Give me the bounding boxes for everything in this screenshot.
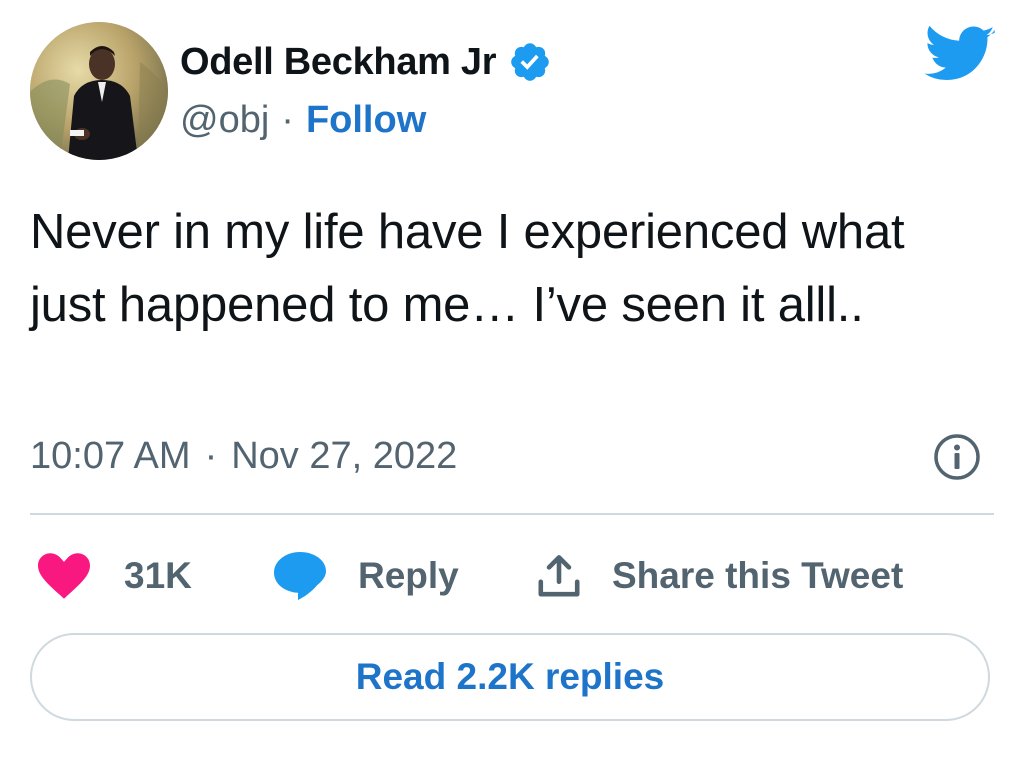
tweet-time: 10:07 AM [30, 434, 191, 477]
author-handle[interactable]: @obj [180, 99, 269, 142]
like-button[interactable]: 31K [38, 548, 192, 604]
avatar-photo [30, 22, 168, 160]
tweet-timestamp[interactable]: 10:07 AM · Nov 27, 2022 [30, 430, 457, 482]
tweet-actions: 31K Reply Share this Tweet [30, 548, 994, 604]
tweet-text: Never in my life have I experienced what… [30, 205, 905, 332]
read-replies-button[interactable]: Read 2.2K replies [30, 633, 990, 721]
info-icon[interactable] [932, 432, 982, 482]
timestamp-separator: · [204, 434, 218, 477]
reply-button[interactable]: Reply [274, 548, 459, 604]
share-button[interactable]: Share this Tweet [536, 548, 903, 604]
tweet-card: Odell Beckham Jr @obj · Follow Never in … [0, 0, 1024, 763]
share-label: Share this Tweet [612, 555, 904, 596]
heart-icon [38, 553, 90, 599]
verified-badge-icon [508, 40, 552, 84]
follow-button[interactable]: Follow [306, 99, 426, 142]
handle-separator: · [281, 98, 294, 141]
reply-label: Reply [358, 555, 459, 596]
divider [30, 513, 994, 515]
speech-bubble-icon [274, 552, 326, 600]
twitter-bird-icon[interactable] [924, 25, 996, 84]
author-handle-row: @obj · Follow [180, 96, 426, 144]
tweet-date: Nov 27, 2022 [231, 434, 458, 477]
share-upload-icon [536, 553, 582, 599]
author-name-row: Odell Beckham Jr [180, 36, 552, 88]
like-count: 31K [124, 555, 192, 596]
avatar[interactable] [30, 22, 168, 160]
author-display-name[interactable]: Odell Beckham Jr [180, 41, 497, 84]
